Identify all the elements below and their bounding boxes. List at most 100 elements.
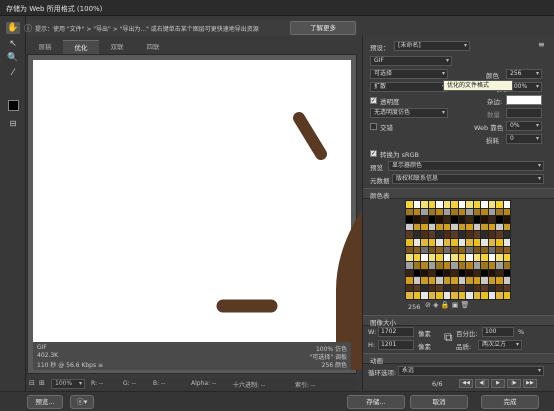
color-swatch[interactable] bbox=[428, 254, 435, 261]
color-swatch[interactable] bbox=[458, 284, 465, 292]
color-swatch[interactable] bbox=[443, 208, 450, 216]
color-swatch[interactable] bbox=[466, 223, 473, 231]
transparency-checkbox[interactable]: ✓ bbox=[370, 97, 377, 104]
preview-mode-select[interactable]: 显示器颜色 bbox=[388, 161, 544, 171]
color-swatch[interactable] bbox=[458, 223, 465, 231]
color-swatch[interactable] bbox=[436, 292, 443, 299]
color-swatch[interactable] bbox=[443, 254, 450, 261]
color-swatch[interactable] bbox=[413, 208, 420, 216]
next-frame-icon[interactable]: |▶ bbox=[507, 379, 521, 388]
color-swatch[interactable] bbox=[436, 231, 443, 239]
color-swatch[interactable] bbox=[406, 231, 413, 239]
color-swatch[interactable] bbox=[466, 254, 473, 261]
color-swatch[interactable] bbox=[466, 201, 473, 208]
matte-color-swatch[interactable] bbox=[506, 95, 542, 105]
constrain-link-icon[interactable]: ⧉ bbox=[444, 330, 453, 345]
color-swatch[interactable] bbox=[436, 261, 443, 269]
color-swatch[interactable] bbox=[406, 208, 413, 216]
color-swatch[interactable] bbox=[406, 201, 413, 208]
color-swatch[interactable] bbox=[458, 231, 465, 239]
color-swatch[interactable] bbox=[443, 284, 450, 292]
panel-menu-icon[interactable]: ≡ bbox=[538, 40, 545, 49]
color-swatch[interactable] bbox=[488, 277, 495, 284]
color-swatch[interactable] bbox=[458, 292, 465, 299]
color-swatch[interactable] bbox=[481, 254, 488, 261]
color-swatch[interactable] bbox=[436, 208, 443, 216]
tab-original[interactable]: 原稿 bbox=[27, 40, 63, 54]
color-swatch[interactable] bbox=[406, 284, 413, 292]
color-swatch[interactable] bbox=[406, 261, 413, 269]
color-swatch[interactable] bbox=[466, 292, 473, 299]
color-swatch[interactable] bbox=[466, 261, 473, 269]
color-swatch[interactable] bbox=[413, 277, 420, 284]
color-swatch[interactable] bbox=[458, 201, 465, 208]
color-swatch[interactable] bbox=[458, 208, 465, 216]
color-swatch[interactable] bbox=[428, 246, 435, 254]
color-swatch[interactable] bbox=[428, 284, 435, 292]
color-swatch[interactable] bbox=[488, 254, 495, 261]
color-swatch[interactable] bbox=[503, 254, 510, 261]
color-swatch[interactable] bbox=[503, 223, 510, 231]
tab-2-up[interactable]: 双联 bbox=[99, 40, 135, 54]
slice-select-tool-icon[interactable]: ↖ bbox=[6, 38, 20, 50]
color-swatch[interactable] bbox=[436, 201, 443, 208]
color-swatch[interactable] bbox=[421, 254, 428, 261]
color-swatch[interactable] bbox=[421, 231, 428, 239]
color-swatch[interactable] bbox=[428, 269, 435, 277]
format-select[interactable]: GIF bbox=[370, 56, 452, 66]
color-swatch[interactable] bbox=[436, 223, 443, 231]
color-swatch[interactable] bbox=[451, 201, 458, 208]
color-swatch[interactable] bbox=[413, 201, 420, 208]
zoom-in-icon[interactable]: ⊞ bbox=[39, 379, 45, 387]
color-swatch[interactable] bbox=[473, 292, 480, 299]
color-swatch[interactable] bbox=[443, 201, 450, 208]
color-swatch[interactable] bbox=[496, 208, 503, 216]
color-swatch[interactable] bbox=[481, 223, 488, 231]
color-swatch[interactable] bbox=[443, 277, 450, 284]
color-swatch[interactable] bbox=[496, 254, 503, 261]
color-swatch[interactable] bbox=[413, 216, 420, 223]
color-swatch[interactable] bbox=[436, 254, 443, 261]
color-swatch[interactable] bbox=[413, 284, 420, 292]
zoom-tool-icon[interactable]: 🔍 bbox=[6, 52, 20, 64]
color-swatch[interactable] bbox=[458, 239, 465, 246]
color-swatch[interactable] bbox=[488, 201, 495, 208]
web-shift-icon[interactable]: ◈ bbox=[433, 301, 438, 309]
color-swatch[interactable] bbox=[451, 261, 458, 269]
color-swatch[interactable] bbox=[443, 292, 450, 299]
color-swatch[interactable] bbox=[406, 216, 413, 223]
color-swatch[interactable] bbox=[413, 239, 420, 246]
tab-optimized[interactable]: 优化 bbox=[63, 40, 99, 54]
color-swatch[interactable] bbox=[406, 277, 413, 284]
color-swatch[interactable] bbox=[428, 261, 435, 269]
color-swatch[interactable] bbox=[451, 269, 458, 277]
color-swatch[interactable] bbox=[451, 216, 458, 223]
color-swatch[interactable] bbox=[413, 292, 420, 299]
color-swatch[interactable] bbox=[436, 216, 443, 223]
color-swatch[interactable] bbox=[421, 277, 428, 284]
color-swatch[interactable] bbox=[421, 261, 428, 269]
color-swatch[interactable] bbox=[436, 269, 443, 277]
color-swatch[interactable] bbox=[458, 254, 465, 261]
color-swatch[interactable] bbox=[466, 216, 473, 223]
color-swatch[interactable] bbox=[473, 254, 480, 261]
color-swatch[interactable] bbox=[451, 223, 458, 231]
width-input[interactable]: 1702 bbox=[378, 327, 414, 337]
color-swatch[interactable] bbox=[428, 216, 435, 223]
image-preview[interactable] bbox=[33, 60, 351, 342]
color-swatch[interactable] bbox=[473, 216, 480, 223]
color-swatch[interactable] bbox=[466, 239, 473, 246]
color-swatch[interactable] bbox=[451, 284, 458, 292]
color-swatch[interactable] bbox=[421, 201, 428, 208]
color-swatch[interactable] bbox=[481, 261, 488, 269]
color-swatch[interactable] bbox=[488, 292, 495, 299]
color-swatch[interactable] bbox=[503, 216, 510, 223]
color-swatch[interactable] bbox=[443, 261, 450, 269]
color-swatch[interactable] bbox=[406, 246, 413, 254]
lossy-select[interactable]: 0 bbox=[506, 134, 542, 144]
color-swatch[interactable] bbox=[413, 231, 420, 239]
color-swatch[interactable] bbox=[503, 208, 510, 216]
first-frame-icon[interactable]: ◀◀ bbox=[459, 379, 473, 388]
height-input[interactable]: 1201 bbox=[378, 340, 414, 350]
color-swatch[interactable] bbox=[436, 284, 443, 292]
